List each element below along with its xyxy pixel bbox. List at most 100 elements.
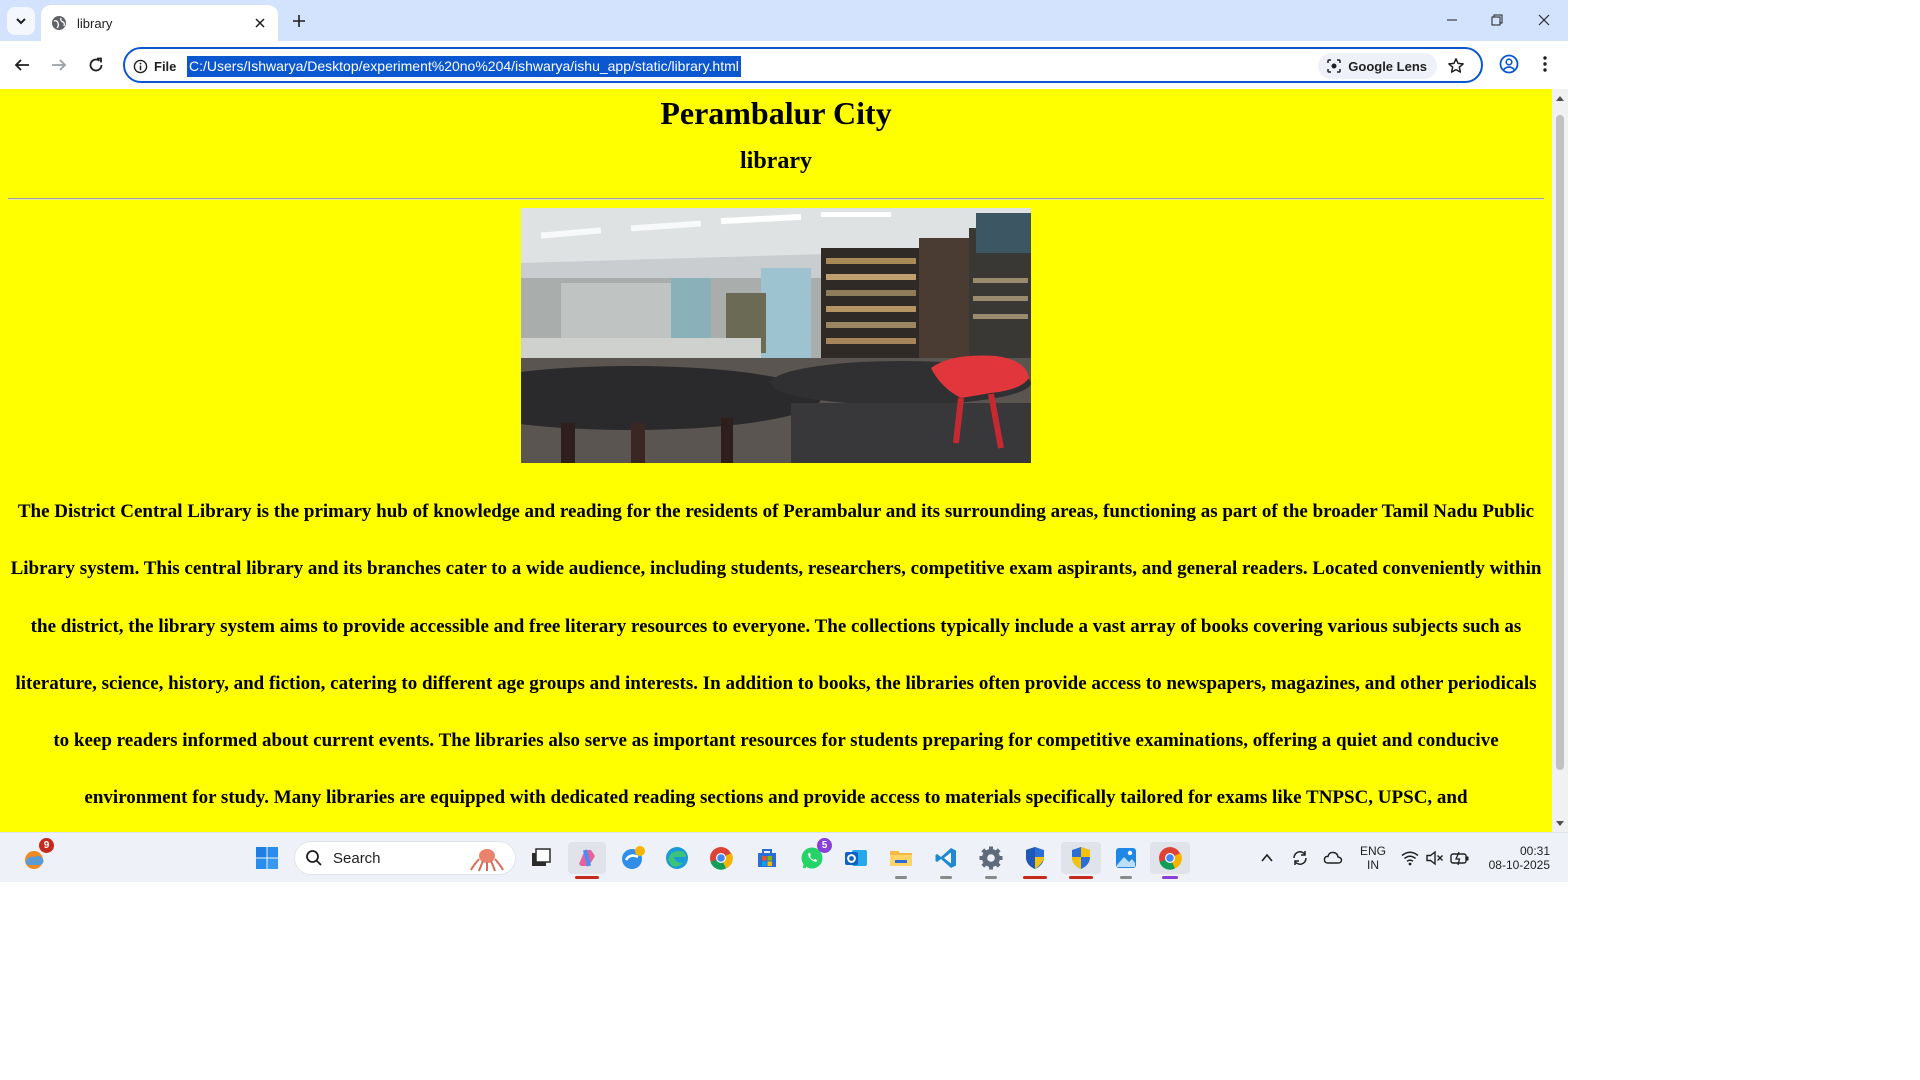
start-button[interactable] — [251, 842, 283, 874]
tab-title: library — [77, 15, 113, 31]
tray-sync[interactable] — [1287, 842, 1313, 874]
scrollbar-thumb[interactable] — [1556, 115, 1564, 770]
tray-cloud[interactable] — [1320, 842, 1346, 874]
browser-menu-button[interactable] — [1534, 52, 1556, 76]
running-indicator — [895, 876, 907, 879]
vertical-scrollbar[interactable] — [1552, 89, 1568, 832]
octopus-highlight-icon — [470, 849, 504, 872]
url-text[interactable]: C:/Users/Ishwarya/Desktop/experiment%20n… — [187, 56, 741, 77]
library-photo — [521, 208, 1031, 463]
sync-icon — [1293, 851, 1307, 865]
reload-button[interactable] — [82, 51, 110, 79]
search-placeholder: Search — [333, 849, 381, 867]
library-description: The District Central Library is the prim… — [10, 501, 1542, 809]
whatsapp-badge: 5 — [817, 838, 832, 853]
tab-search-button[interactable] — [7, 7, 35, 35]
chrome-icon — [1159, 847, 1182, 870]
taskbar-app-edge[interactable] — [661, 842, 693, 874]
language-indicator[interactable]: ENG IN — [1356, 844, 1390, 872]
tray-volume[interactable] — [1423, 842, 1447, 874]
address-bar[interactable]: File C:/Users/Ishwarya/Desktop/experimen… — [123, 47, 1483, 83]
page-title: Perambalur City — [660, 95, 892, 131]
edge-icon — [666, 847, 688, 869]
show-hidden-icons-button[interactable] — [1254, 842, 1280, 874]
clock-date: 08-10-2025 — [1488, 858, 1550, 872]
taskbar-app-vscode[interactable] — [930, 842, 962, 879]
tray-wifi[interactable] — [1398, 842, 1422, 874]
lens-icon — [1327, 59, 1342, 73]
tab-library[interactable]: library — [41, 5, 278, 41]
chevron-up-icon — [1261, 853, 1273, 862]
google-lens-button[interactable]: Google Lens — [1318, 53, 1437, 79]
close-icon — [1538, 14, 1550, 26]
task-view-icon — [532, 848, 551, 866]
page-viewport: Perambalur City library The District Cen… — [0, 89, 1568, 832]
taskbar-app-outlook[interactable] — [840, 842, 872, 874]
clock[interactable]: 00:31 08-10-2025 — [1480, 844, 1550, 872]
site-info-chip[interactable]: File — [133, 55, 176, 77]
tab-strip: library — [0, 0, 1568, 41]
clock-time: 00:31 — [1519, 844, 1550, 858]
taskbar-app-security-1[interactable] — [1019, 842, 1051, 879]
chip-label: File — [154, 58, 177, 74]
edge-beta-icon — [622, 846, 645, 869]
cloud-icon — [1323, 851, 1343, 864]
taskbar-app-settings[interactable] — [975, 842, 1007, 879]
info-icon — [133, 59, 148, 73]
more-vert-icon — [1543, 56, 1547, 72]
taskbar-app-chrome-active[interactable] — [1150, 842, 1190, 879]
running-indicator — [940, 876, 952, 879]
weather-widget[interactable]: 9 — [18, 838, 54, 874]
close-window-button[interactable] — [1531, 8, 1557, 32]
profile-button[interactable] — [1497, 52, 1521, 76]
back-button[interactable] — [8, 51, 36, 79]
folder-icon — [890, 851, 912, 866]
reload-icon — [89, 57, 103, 72]
taskbar-app-security-2[interactable] — [1061, 842, 1101, 879]
account-icon — [1499, 54, 1519, 74]
chrome-icon — [710, 847, 733, 870]
taskbar-app-photos[interactable] — [1110, 842, 1142, 879]
page-subtitle: library — [740, 148, 812, 174]
taskbar-search[interactable]: Search — [294, 841, 516, 875]
windows-logo-icon — [256, 847, 278, 869]
active-indicator — [575, 876, 599, 879]
shield-icon — [1026, 847, 1044, 869]
close-tab-icon[interactable] — [252, 15, 268, 31]
alert-indicator — [1023, 876, 1047, 879]
battery-charging-icon — [1450, 851, 1469, 866]
bookmark-button[interactable] — [1445, 55, 1467, 77]
copilot-icon — [579, 849, 595, 867]
alert-indicator — [1069, 876, 1093, 879]
scroll-down-arrow-icon[interactable] — [1555, 819, 1565, 829]
outlook-icon — [845, 850, 867, 866]
taskbar-app-whatsapp[interactable]: 5 — [796, 838, 832, 874]
taskbar-app-store[interactable] — [751, 842, 783, 874]
volume-muted-icon — [1426, 850, 1443, 866]
restore-button[interactable] — [1484, 8, 1510, 32]
vscode-icon — [935, 848, 956, 868]
language-code: ENG — [1359, 844, 1386, 858]
browser-toolbar: File C:/Users/Ishwarya/Desktop/experimen… — [0, 41, 1568, 89]
page-content: Perambalur City library The District Cen… — [0, 89, 1552, 832]
shield-icon — [1072, 847, 1090, 869]
new-tab-button[interactable] — [287, 9, 311, 33]
taskbar-app-chrome[interactable] — [705, 842, 737, 874]
task-view-button[interactable] — [525, 842, 557, 874]
taskbar-app-edge-beta[interactable] — [617, 842, 649, 874]
star-icon — [1448, 58, 1464, 73]
forward-button[interactable] — [45, 51, 73, 79]
arrow-left-icon — [14, 59, 29, 71]
minimize-button[interactable] — [1439, 8, 1465, 32]
wifi-icon — [1401, 851, 1419, 866]
minimize-icon — [1447, 19, 1457, 21]
running-indicator — [1120, 876, 1132, 879]
scroll-up-arrow-icon[interactable] — [1555, 93, 1565, 103]
active-indicator — [1162, 876, 1178, 879]
plus-icon — [293, 15, 305, 27]
tray-battery[interactable] — [1448, 842, 1472, 874]
taskbar-app-file-explorer[interactable] — [885, 842, 917, 879]
taskbar-app-copilot[interactable] — [568, 842, 606, 879]
language-region: IN — [1367, 858, 1379, 872]
store-icon — [758, 849, 776, 867]
